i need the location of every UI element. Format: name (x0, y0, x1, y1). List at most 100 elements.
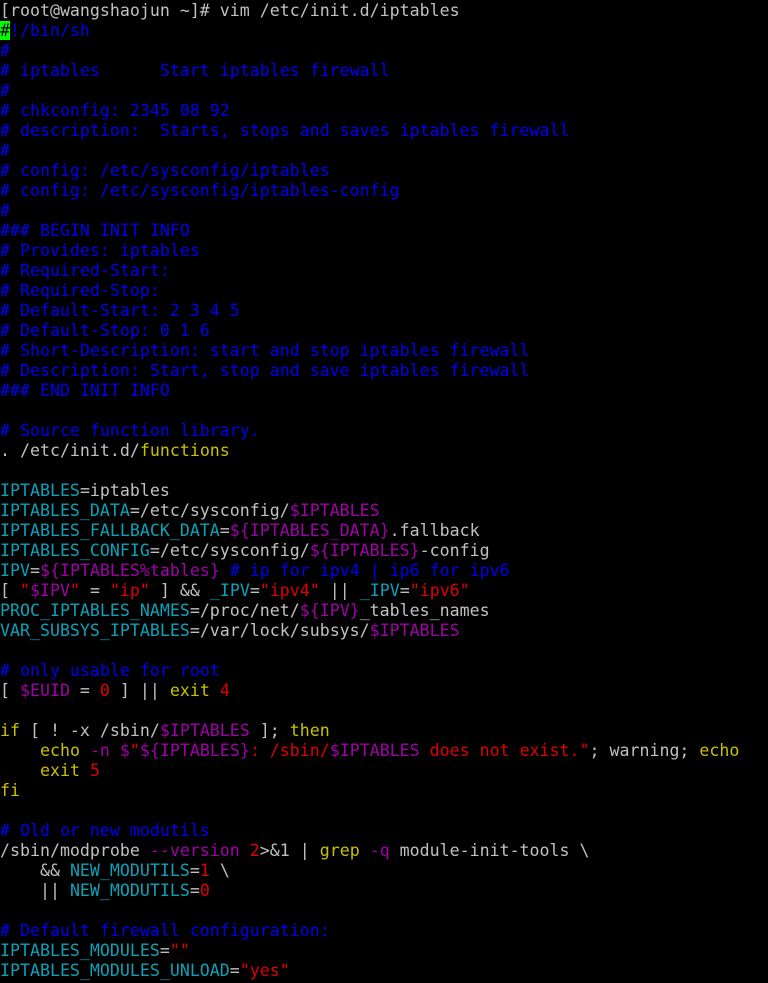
code-token-d: _tables_names (359, 601, 490, 620)
code-token-variable: IPTABLES_FALLBACK_DATA (0, 521, 220, 540)
code-token-comment: # Description: Start, stop and save ipta… (0, 361, 530, 380)
editor-line: IPTABLES_CONFIG=/etc/sysconfig/${IPTABLE… (0, 541, 768, 561)
code-token-keyword: echo (699, 741, 740, 760)
code-token-d: /sbin/modprobe (0, 841, 150, 860)
code-token-d: -config (419, 541, 490, 560)
code-token-variable: _IPV (209, 581, 250, 600)
code-token-d: .fallback (389, 521, 480, 540)
editor-line: # description: Starts, stops and saves i… (0, 121, 768, 141)
code-token-d: module-init-tools \ (389, 841, 590, 860)
code-token-d: = (189, 881, 200, 900)
code-token-comment: # (0, 41, 10, 60)
editor-line: # chkconfig: 2345 08 92 (0, 101, 768, 121)
code-token-d (210, 681, 220, 700)
editor-line: # config: /etc/sysconfig/iptables-config (0, 181, 768, 201)
code-token-comment: # iptables Start iptables firewall (0, 61, 390, 80)
code-token-d: || (0, 881, 70, 900)
code-token-special: $IPTABLES (159, 721, 250, 740)
code-token-d: [ (0, 681, 20, 700)
code-token-string: 5 (89, 761, 100, 780)
code-token-d: =/proc/net/ (189, 601, 300, 620)
code-token-keyword: then (289, 721, 330, 740)
code-token-variable: IPTABLES_DATA (0, 501, 130, 520)
code-token-special: ${IPTABLES} (309, 541, 420, 560)
code-token-string: "ipv4" (259, 581, 320, 600)
code-token-keyword: exit (169, 681, 210, 700)
editor-line: # Default-Stop: 0 1 6 (0, 321, 768, 341)
editor-line: # Provides: iptables (0, 241, 768, 261)
code-token-comment: !/bin/sh (10, 21, 90, 40)
code-token-special: --version (149, 841, 240, 860)
code-token-d: = (69, 681, 100, 700)
code-token-string: does not exist." (419, 741, 590, 760)
code-token-special: $IPTABLES (329, 741, 420, 760)
code-token-string: " (129, 741, 140, 760)
code-token-string: "ip" (109, 581, 150, 600)
code-token-keyword: if (0, 721, 20, 740)
code-token-comment: # description: Starts, stops and saves i… (0, 121, 570, 140)
code-token-variable: VAR_SUBSYS_IPTABLES (0, 621, 190, 640)
code-token-d: . /etc/init.d/ (0, 441, 140, 460)
code-token-string: "" (169, 941, 190, 960)
code-token-variable: IPV (0, 561, 30, 580)
code-token-d: = (79, 581, 110, 600)
editor-line: # (0, 201, 768, 221)
code-token-string: " (69, 581, 80, 600)
code-token-d (240, 841, 250, 860)
code-token-comment: # (0, 141, 10, 160)
code-token-string: "ipv6" (409, 581, 470, 600)
code-token-d (80, 741, 90, 760)
code-token-comment: # Default firewall configuration: (0, 921, 330, 940)
editor-line: PROC_IPTABLES_NAMES=/proc/net/${IPV}_tab… (0, 601, 768, 621)
code-token-variable: NEW_MODUTILS (69, 881, 190, 900)
editor-line: # Default firewall configuration: (0, 921, 768, 941)
code-token-special: -n $ (89, 741, 130, 760)
code-token-special: ${IPTABLES_DATA} (229, 521, 390, 540)
editor-line: ### END INIT INFO (0, 381, 768, 401)
code-token-variable: NEW_MODUTILS (69, 861, 190, 880)
editor-line: # (0, 81, 768, 101)
editor-line: # iptables Start iptables firewall (0, 61, 768, 81)
code-token-comment: # only usable for root (0, 661, 220, 680)
code-token-comment: ### BEGIN INIT INFO (0, 221, 190, 240)
code-token-keyword: fi (0, 781, 20, 800)
code-token-special: ${IPV} (299, 601, 360, 620)
editor-line: IPTABLES_MODULES_UNLOAD="yes" (0, 961, 768, 981)
editor-line: # Source function library. (0, 421, 768, 441)
code-token-d: \ (209, 861, 230, 880)
code-token-special: $EUID (19, 681, 70, 700)
editor-line: IPTABLES_MODULES="" (0, 941, 768, 961)
code-token-string: " (19, 581, 30, 600)
code-token-keyword: functions (139, 441, 230, 460)
code-token-string: 4 (219, 681, 230, 700)
editor-line: IPTABLES=iptables (0, 481, 768, 501)
code-token-comment: # config: /etc/sysconfig/iptables (0, 161, 330, 180)
editor-line: VAR_SUBSYS_IPTABLES=/var/lock/subsys/$IP… (0, 621, 768, 641)
terminal-window[interactable]: [root@wangshaojun ~]# vim /etc/init.d/ip… (0, 0, 768, 983)
code-token-variable: IPTABLES_MODULES_UNLOAD (0, 961, 230, 980)
code-token-string: 0 (99, 681, 110, 700)
editor-line: && NEW_MODUTILS=1 \ (0, 861, 768, 881)
code-token-comment: # Short-Description: start and stop ipta… (0, 341, 530, 360)
code-token-d: =/etc/sysconfig/ (149, 541, 310, 560)
code-token-d: ]; (249, 721, 290, 740)
code-token-d: = (29, 561, 40, 580)
code-token-d: && (0, 861, 70, 880)
shell-prompt-line: [root@wangshaojun ~]# vim /etc/init.d/ip… (0, 1, 768, 21)
editor-line: # config: /etc/sysconfig/iptables (0, 161, 768, 181)
editor-line: [ $EUID = 0 ] || exit 4 (0, 681, 768, 701)
code-token-d: [ ! -x /sbin/ (19, 721, 160, 740)
editor-line: # Description: Start, stop and save ipta… (0, 361, 768, 381)
code-token-string: 1 (199, 861, 210, 880)
code-token-comment: # config: /etc/sysconfig/iptables-config (0, 181, 400, 200)
code-token-comment: # Provides: iptables (0, 241, 200, 260)
code-token-comment: # Source function library. (0, 421, 260, 440)
code-token-d (0, 761, 40, 780)
code-token-string: "yes" (239, 961, 290, 980)
code-token-special: ${IPTABLES%tables} (39, 561, 220, 580)
code-token-d: =/var/lock/subsys/ (189, 621, 370, 640)
code-token-d: [ (0, 581, 20, 600)
